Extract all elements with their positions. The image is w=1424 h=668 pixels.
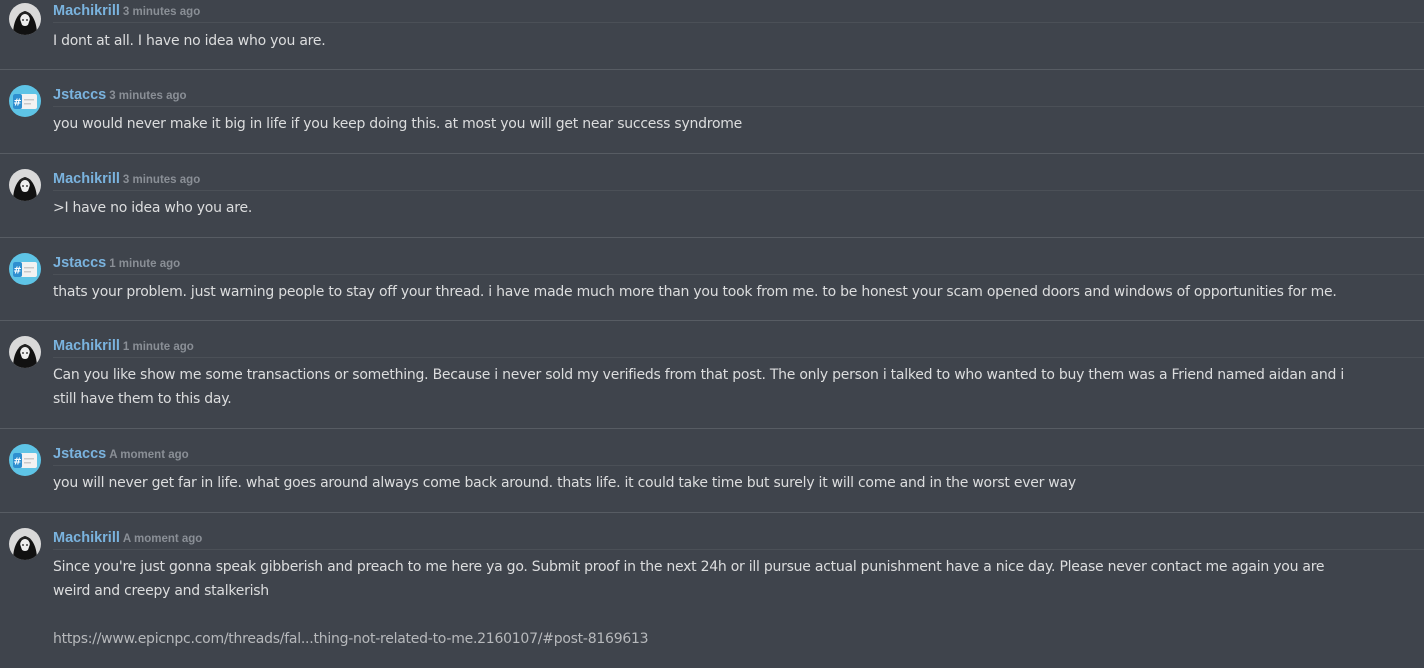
- message-body: Since you're just gonna speak gibberish …: [53, 555, 1404, 651]
- message: # Jstaccs A moment ago you will never get…: [0, 429, 1424, 513]
- message-header: Jstaccs A moment ago: [53, 443, 1424, 466]
- author-name[interactable]: Machikrill: [53, 530, 120, 546]
- message-text: still have them to this day.: [53, 391, 232, 407]
- message-header: Machikrill 3 minutes ago: [53, 0, 1424, 23]
- machikrill-avatar-icon[interactable]: [9, 169, 41, 201]
- svg-text:#: #: [13, 98, 21, 109]
- message-body: you would never make it big in life if y…: [53, 112, 1404, 136]
- jstaccs-avatar-icon[interactable]: #: [9, 85, 41, 117]
- author-name[interactable]: Jstaccs: [53, 87, 106, 103]
- message: # Jstaccs 1 minute ago thats your problem…: [0, 238, 1424, 321]
- message-header: Machikrill 3 minutes ago: [53, 168, 1424, 191]
- message-header: Jstaccs 1 minute ago: [53, 252, 1424, 275]
- message-text: I dont at all. I have no idea who you ar…: [53, 33, 326, 49]
- jstaccs-avatar-icon[interactable]: #: [9, 444, 41, 476]
- message-header: Jstaccs 3 minutes ago: [53, 84, 1424, 107]
- thread-link[interactable]: https://www.epicnpc.com/threads/fal...th…: [53, 627, 1404, 651]
- message-timestamp: 3 minutes ago: [122, 6, 201, 18]
- svg-text:#: #: [13, 457, 21, 468]
- author-name[interactable]: Jstaccs: [53, 446, 106, 462]
- jstaccs-avatar-icon[interactable]: #: [9, 253, 41, 285]
- message-text: >I have no idea who you are.: [53, 200, 253, 216]
- machikrill-avatar-icon[interactable]: [9, 336, 41, 368]
- message-body: Can you like show me some transactions o…: [53, 363, 1404, 411]
- svg-text:#: #: [13, 266, 21, 277]
- message-body: I dont at all. I have no idea who you ar…: [53, 29, 1404, 53]
- message-text: Since you're just gonna speak gibberish …: [53, 559, 1325, 575]
- message-timestamp: A moment ago: [109, 449, 189, 461]
- message-timestamp: A moment ago: [122, 533, 203, 545]
- message-timestamp: 3 minutes ago: [122, 174, 201, 186]
- author-name[interactable]: Machikrill: [53, 338, 120, 354]
- message-body: thats your problem. just warning people …: [53, 280, 1404, 304]
- message-body: you will never get far in life. what goe…: [53, 471, 1404, 495]
- message-text: weird and creepy and stalkerish: [53, 583, 269, 599]
- author-name[interactable]: Jstaccs: [53, 255, 106, 271]
- message-text: thats your problem. just warning people …: [53, 284, 1337, 300]
- message-text: Can you like show me some transactions o…: [53, 367, 1344, 383]
- message-header: Machikrill 1 minute ago: [53, 335, 1424, 358]
- message-header: Machikrill A moment ago: [53, 527, 1424, 550]
- message: Machikrill 3 minutes ago >I have no idea …: [0, 154, 1424, 238]
- message-text: you would never make it big in life if y…: [53, 116, 743, 132]
- message: Machikrill 3 minutes ago I dont at all. I…: [0, 0, 1424, 70]
- message: Machikrill 1 minute ago Can you like show…: [0, 321, 1424, 429]
- message-body: >I have no idea who you are.: [53, 196, 1404, 220]
- author-name[interactable]: Machikrill: [53, 171, 120, 187]
- machikrill-avatar-icon[interactable]: [9, 528, 41, 560]
- message-thread: Machikrill 3 minutes ago I dont at all. I…: [0, 0, 1424, 668]
- message-timestamp: 1 minute ago: [122, 341, 194, 353]
- message-timestamp: 1 minute ago: [109, 258, 181, 270]
- message: Machikrill A moment ago Since you're just…: [0, 513, 1424, 668]
- message-timestamp: 3 minutes ago: [109, 90, 187, 102]
- machikrill-avatar-icon[interactable]: [9, 3, 41, 35]
- message: # Jstaccs 3 minutes ago you would never m…: [0, 70, 1424, 154]
- author-name[interactable]: Machikrill: [53, 3, 120, 19]
- message-text: you will never get far in life. what goe…: [53, 475, 1076, 491]
